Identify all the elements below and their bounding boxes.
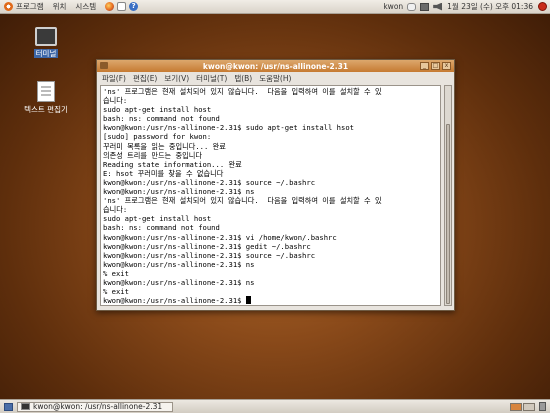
terminal-line: kwon@kwon:/usr/ns-allinone-2.31$ ns <box>103 277 255 287</box>
desktop-icon-label: 텍스트 편집기 <box>24 105 68 114</box>
weather-icon[interactable] <box>407 2 417 11</box>
terminal-prompt: kwon@kwon:/usr/ns-allinone-2.31$ <box>103 296 246 306</box>
workspace-switcher <box>509 402 535 411</box>
show-desktop-icon[interactable] <box>4 402 13 411</box>
network-icon[interactable] <box>420 2 430 11</box>
terminal-line: % exit <box>103 287 129 297</box>
terminal-line: 습니다: <box>103 205 128 215</box>
terminal-window: kwon@kwon: /usr/ns-allinone-2.31 _ □ x 파… <box>96 59 455 311</box>
top-panel: 프로그램 위치 시스템 ? kwon 1월 23일 (수) 오후 01:36 <box>0 0 550 14</box>
window-title: kwon@kwon: /usr/ns-allinone-2.31 <box>202 61 349 71</box>
terminal-icon <box>35 27 57 46</box>
terminal-line: [sudo] password for kwon: <box>103 132 212 142</box>
menu-view[interactable]: 보기(V) <box>164 73 189 84</box>
terminal-line: 습니다: <box>103 96 128 106</box>
window-titlebar[interactable]: kwon@kwon: /usr/ns-allinone-2.31 _ □ x <box>97 60 454 72</box>
text-editor-icon <box>37 81 55 102</box>
terminal-line: bash: ns: command not found <box>103 223 220 233</box>
help-icon[interactable]: ? <box>129 2 139 11</box>
terminal-line: sudo apt-get install host <box>103 214 212 224</box>
firefox-icon[interactable] <box>105 2 115 11</box>
desktop-text-editor-launcher[interactable]: 텍스트 편집기 <box>16 81 76 115</box>
terminal-line: kwon@kwon:/usr/ns-allinone-2.31$ source … <box>103 177 316 187</box>
trash-icon[interactable] <box>539 402 546 411</box>
user-switcher[interactable]: kwon <box>383 2 403 11</box>
power-icon[interactable] <box>538 2 547 11</box>
terminal-icon <box>21 403 30 410</box>
terminal-line: 'ns' 프로그램은 현재 설치되어 있지 않습니다. 다음을 입력하여 이를 … <box>103 87 382 96</box>
window-menu-icon[interactable] <box>100 62 108 69</box>
taskbar-button-label: kwon@kwon: /usr/ns-allinone-2.31 <box>33 402 163 411</box>
terminal-output[interactable]: 'ns' 프로그램은 현재 설치되어 있지 않습니다. 다음을 입력하여 이를 … <box>100 85 441 306</box>
terminal-line: kwon@kwon:/usr/ns-allinone-2.31$ source … <box>103 250 316 260</box>
close-button[interactable]: x <box>442 62 451 70</box>
terminal-line: kwon@kwon:/usr/ns-allinone-2.31$ ns <box>103 187 255 197</box>
terminal-line: kwon@kwon:/usr/ns-allinone-2.31$ sudo ap… <box>103 123 354 133</box>
workspace-2[interactable] <box>523 402 535 411</box>
terminal-line: % exit <box>103 268 129 278</box>
maximize-button[interactable]: □ <box>431 62 440 70</box>
terminal-line: E: hsot 꾸러미를 찾을 수 없습니다 <box>103 168 224 178</box>
taskbar-button-terminal[interactable]: kwon@kwon: /usr/ns-allinone-2.31 <box>17 401 173 412</box>
menu-edit[interactable]: 편집(E) <box>133 73 157 84</box>
menu-places[interactable]: 위치 <box>53 1 67 12</box>
clock[interactable]: 1월 23일 (수) 오후 01:36 <box>447 1 533 12</box>
volume-icon[interactable] <box>433 2 443 11</box>
menu-applications[interactable]: 프로그램 <box>16 1 44 12</box>
terminal-scrollbar[interactable] <box>444 85 452 306</box>
terminal-menubar: 파일(F) 편집(E) 보기(V) 터미널(T) 탭(B) 도움말(H) <box>97 72 454 84</box>
top-right-area: kwon 1월 23일 (수) 오후 01:36 <box>378 1 550 12</box>
ubuntu-logo-icon[interactable] <box>4 2 13 11</box>
menu-tabs[interactable]: 탭(B) <box>234 73 252 84</box>
workspace-1[interactable] <box>510 402 522 411</box>
scrollbar-thumb[interactable] <box>446 124 450 304</box>
terminal-line: Reading state information... 완료 <box>103 159 242 169</box>
terminal-line: bash: ns: command not found <box>103 114 220 124</box>
desktop-terminal-launcher[interactable]: 터미널 <box>16 27 76 59</box>
terminal-line: 꾸러미 목록을 읽는 중입니다... 완료 <box>103 141 226 151</box>
terminal-line: 'ns' 프로그램은 현재 설치되어 있지 않습니다. 다음을 입력하여 이를 … <box>103 196 382 206</box>
desktop-icon-label: 터미널 <box>33 49 59 58</box>
minimize-button[interactable]: _ <box>420 62 429 70</box>
terminal-line: 의존성 트리를 만드는 중입니다 <box>103 150 202 160</box>
text-cursor <box>245 296 251 305</box>
terminal-line: kwon@kwon:/usr/ns-allinone-2.31$ ns <box>103 259 255 269</box>
terminal-line: kwon@kwon:/usr/ns-allinone-2.31$ gedit ~… <box>103 241 311 251</box>
terminal-line: kwon@kwon:/usr/ns-allinone-2.31$ vi /hom… <box>103 232 337 242</box>
mail-icon[interactable] <box>117 2 127 11</box>
menu-help[interactable]: 도움말(H) <box>259 73 291 84</box>
terminal-line: sudo apt-get install host <box>103 105 212 115</box>
terminal-prompt-line[interactable]: kwon@kwon:/usr/ns-allinone-2.31$ <box>103 296 438 305</box>
menu-file[interactable]: 파일(F) <box>102 73 126 84</box>
menu-terminal[interactable]: 터미널(T) <box>196 73 227 84</box>
menu-system[interactable]: 시스템 <box>75 1 96 12</box>
bottom-panel: kwon@kwon: /usr/ns-allinone-2.31 <box>0 399 550 413</box>
